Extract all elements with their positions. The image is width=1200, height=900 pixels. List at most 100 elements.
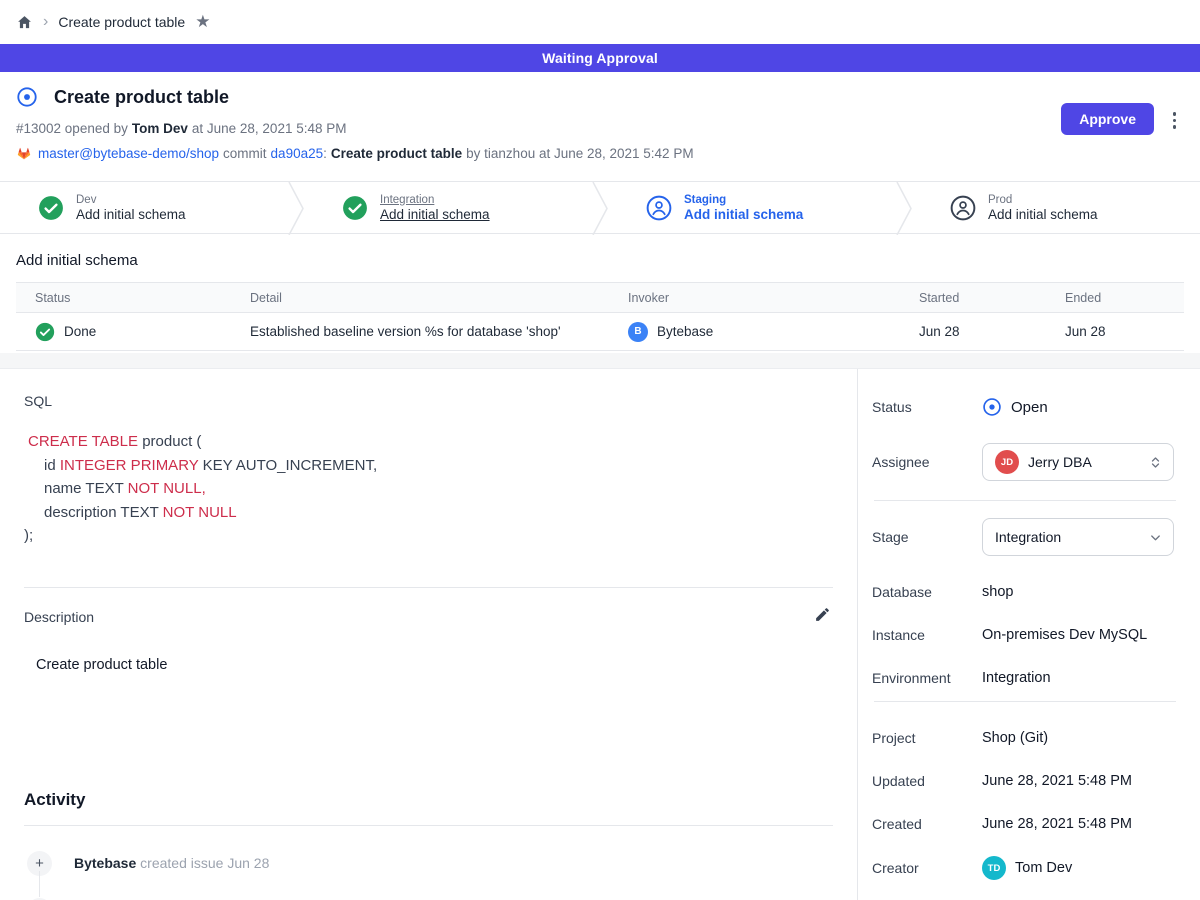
issue-title: Create product table bbox=[54, 87, 229, 108]
vcs-commit-label: commit bbox=[223, 146, 267, 161]
task-started-text: Jun 28 bbox=[900, 313, 1046, 351]
database-label: Database bbox=[872, 584, 982, 600]
environment-label: Environment bbox=[872, 670, 982, 686]
created-value: June 28, 2021 5:48 PM bbox=[982, 816, 1132, 832]
stage-integration[interactable]: Integration Add initial schema bbox=[304, 182, 592, 233]
creator-avatar: TD bbox=[982, 856, 1006, 880]
approve-button[interactable]: Approve bbox=[1061, 103, 1154, 135]
sql-text: KEY AUTO_INCREMENT, bbox=[198, 457, 377, 474]
star-icon[interactable]: ★ bbox=[195, 12, 210, 32]
pipeline-stage-bar: Dev Add initial schema Integration Add i… bbox=[0, 181, 1200, 234]
project-value[interactable]: Shop (Git) bbox=[982, 730, 1048, 746]
divider bbox=[874, 500, 1176, 501]
description-text[interactable]: Create product table bbox=[36, 657, 833, 673]
activity-heading: Activity bbox=[24, 790, 833, 810]
invoker-avatar: B bbox=[628, 322, 648, 342]
assignee-value: Jerry DBA bbox=[1028, 454, 1139, 470]
stage-separator bbox=[896, 182, 912, 235]
sql-keyword: NOT NULL, bbox=[128, 480, 206, 497]
issue-opened-time: at June 28, 2021 5:48 PM bbox=[192, 121, 347, 136]
waiting-approval-banner: Waiting Approval bbox=[0, 44, 1200, 72]
assignee-label: Assignee bbox=[872, 454, 982, 470]
table-row[interactable]: Done Established baseline version %s for… bbox=[16, 313, 1184, 351]
stage-task-label: Add initial schema bbox=[684, 207, 803, 222]
task-ended-text: Jun 28 bbox=[1046, 313, 1184, 351]
database-value: shop bbox=[982, 584, 1013, 600]
sql-text: description TEXT bbox=[44, 504, 163, 521]
environment-value: Integration bbox=[982, 670, 1051, 686]
more-options-icon[interactable] bbox=[1171, 110, 1179, 131]
up-down-icon bbox=[1148, 455, 1163, 470]
vcs-commit-hash-link[interactable]: da90a25 bbox=[271, 146, 324, 161]
stage-task-label: Add initial schema bbox=[988, 207, 1098, 222]
sql-keyword: INTEGER PRIMARY bbox=[60, 457, 199, 474]
stage-select[interactable]: Integration bbox=[982, 518, 1174, 556]
edit-description-icon[interactable] bbox=[812, 604, 833, 630]
created-label: Created bbox=[872, 816, 982, 832]
stage-dev[interactable]: Dev Add initial schema bbox=[0, 182, 288, 233]
col-started: Started bbox=[900, 283, 1046, 313]
issue-header: Create product table #13002 opened by To… bbox=[0, 72, 1200, 181]
stage-prod[interactable]: Prod Add initial schema bbox=[912, 182, 1200, 233]
instance-value: On-premises Dev MySQL bbox=[982, 627, 1147, 643]
task-heading: Add initial schema bbox=[16, 252, 1184, 269]
task-status-text: Done bbox=[64, 324, 96, 339]
divider bbox=[24, 587, 833, 588]
sql-text: ); bbox=[24, 527, 33, 544]
status-value: Open bbox=[1011, 399, 1048, 416]
stage-separator bbox=[592, 182, 608, 235]
vcs-colon: : bbox=[323, 146, 327, 161]
bytebase-issue-page: › Create product table ★ Waiting Approva… bbox=[0, 0, 1200, 900]
sql-keyword: CREATE TABLE bbox=[28, 433, 138, 450]
stage-task-label: Add initial schema bbox=[380, 207, 490, 222]
stage-env-label: Dev bbox=[76, 194, 186, 206]
issue-detail-pane: SQL CREATE TABLE product ( id INTEGER PR… bbox=[0, 369, 858, 900]
vcs-commit-row: master@bytebase-demo/shop commit da90a25… bbox=[16, 145, 1176, 161]
home-icon[interactable] bbox=[16, 14, 33, 31]
sql-keyword: NOT NULL bbox=[163, 504, 237, 521]
instance-label: Instance bbox=[872, 627, 982, 643]
sql-code-block[interactable]: CREATE TABLE product ( id INTEGER PRIMAR… bbox=[24, 430, 833, 548]
task-invoker-text: Bytebase bbox=[657, 324, 713, 339]
section-divider-band bbox=[0, 353, 1200, 369]
breadcrumb-current: Create product table bbox=[58, 14, 185, 30]
stage-label: Stage bbox=[872, 529, 982, 545]
list-item: + Bytebase created issue Jun 28 bbox=[24, 851, 833, 876]
sql-text: id bbox=[44, 457, 60, 474]
activity-action: created issue Jun 28 bbox=[140, 855, 269, 871]
project-label: Project bbox=[872, 730, 982, 746]
activity-actor: Bytebase bbox=[74, 855, 136, 871]
description-label: Description bbox=[24, 609, 94, 625]
assignee-avatar: JD bbox=[995, 450, 1019, 474]
task-done-icon bbox=[35, 322, 55, 342]
issue-author: Tom Dev bbox=[132, 121, 188, 136]
vcs-branch-link[interactable]: master@bytebase-demo/shop bbox=[38, 146, 219, 161]
breadcrumb: › Create product table ★ bbox=[0, 0, 1200, 44]
sql-text: name TEXT bbox=[44, 480, 128, 497]
stage-staging[interactable]: Staging Add initial schema bbox=[608, 182, 896, 233]
stage-done-icon bbox=[342, 195, 368, 221]
stage-value: Integration bbox=[995, 529, 1139, 545]
task-detail-text: Established baseline version %s for data… bbox=[231, 313, 609, 351]
creator-value: Tom Dev bbox=[1015, 860, 1072, 876]
vcs-commit-byline: by tianzhou at June 28, 2021 5:42 PM bbox=[466, 146, 693, 161]
divider bbox=[874, 701, 1176, 702]
issue-meta-prefix: #13002 opened by bbox=[16, 121, 128, 136]
issue-open-icon bbox=[16, 86, 38, 108]
task-table: Status Detail Invoker Started Ended Done… bbox=[16, 282, 1184, 351]
sql-label: SQL bbox=[24, 393, 833, 409]
stage-task-label: Add initial schema bbox=[76, 207, 186, 222]
issue-sidebar: Status Open Assignee JD Jerry DBA bbox=[858, 369, 1200, 900]
stage-env-label: Prod bbox=[988, 194, 1098, 206]
col-invoker: Invoker bbox=[609, 283, 900, 313]
status-open-icon bbox=[982, 397, 1002, 417]
creator-label: Creator bbox=[872, 860, 982, 876]
stage-pending-user-icon bbox=[950, 195, 976, 221]
stage-env-label: Staging bbox=[684, 194, 803, 206]
stage-pending-user-icon bbox=[646, 195, 672, 221]
stage-done-icon bbox=[38, 195, 64, 221]
issue-meta: #13002 opened by Tom Dev at June 28, 202… bbox=[16, 121, 1176, 136]
updated-label: Updated bbox=[872, 773, 982, 789]
col-detail: Detail bbox=[231, 283, 609, 313]
assignee-select[interactable]: JD Jerry DBA bbox=[982, 443, 1174, 481]
